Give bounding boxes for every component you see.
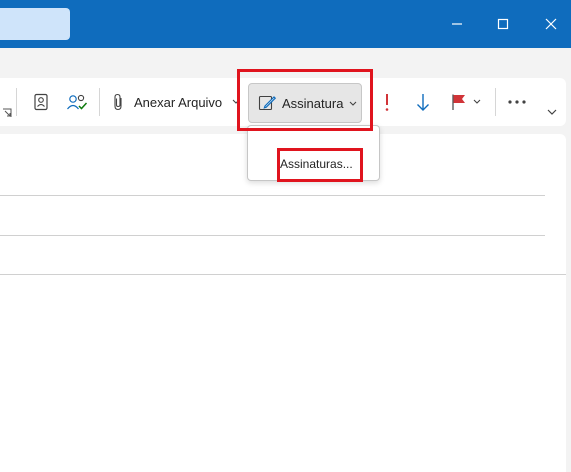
field-divider <box>0 274 566 275</box>
ribbon-expand-button[interactable] <box>542 102 562 122</box>
more-options-button[interactable] <box>503 86 531 118</box>
separator <box>370 88 371 116</box>
chevron-down-icon <box>547 109 557 115</box>
chevron-down-icon <box>350 101 357 106</box>
arrow-down-icon <box>417 94 429 111</box>
separator <box>99 88 100 116</box>
address-book-button[interactable] <box>28 86 54 118</box>
more-icon <box>508 100 526 104</box>
signatures-menu-item[interactable]: Assinaturas... <box>280 157 353 171</box>
title-bar <box>0 0 571 48</box>
follow-up-flag-button[interactable] <box>446 86 486 118</box>
separator <box>16 88 17 116</box>
maximize-icon <box>497 18 509 30</box>
signature-label: Assinatura <box>282 95 344 111</box>
close-icon <box>545 18 557 30</box>
attach-file-label: Anexar Arquivo <box>134 94 223 110</box>
high-importance-button[interactable] <box>376 86 398 118</box>
check-names-icon <box>67 94 88 110</box>
dialog-launcher-button[interactable] <box>0 86 14 118</box>
signature-pen-icon <box>258 95 276 111</box>
signature-button[interactable]: Assinatura <box>248 83 362 123</box>
minimize-button[interactable] <box>439 8 475 40</box>
address-book-icon <box>34 93 48 111</box>
close-button[interactable] <box>533 8 569 40</box>
low-importance-button[interactable] <box>410 86 436 118</box>
chevron-down-icon <box>232 99 240 104</box>
exclamation-icon <box>385 94 389 111</box>
separator <box>495 88 496 116</box>
field-divider <box>0 195 545 196</box>
maximize-button[interactable] <box>485 8 521 40</box>
flag-icon <box>452 94 465 110</box>
attach-file-button[interactable]: Anexar Arquivo <box>106 86 242 118</box>
title-search-box[interactable] <box>0 8 70 40</box>
chevron-down-icon <box>473 99 481 104</box>
minimize-icon <box>452 23 462 25</box>
field-divider <box>0 235 545 236</box>
paperclip-icon <box>114 93 122 111</box>
signature-dropdown-menu: Assinaturas... <box>247 125 380 181</box>
check-names-button[interactable] <box>62 86 92 118</box>
dialog-launcher-icon <box>3 108 12 117</box>
message-compose-area[interactable] <box>0 134 566 472</box>
